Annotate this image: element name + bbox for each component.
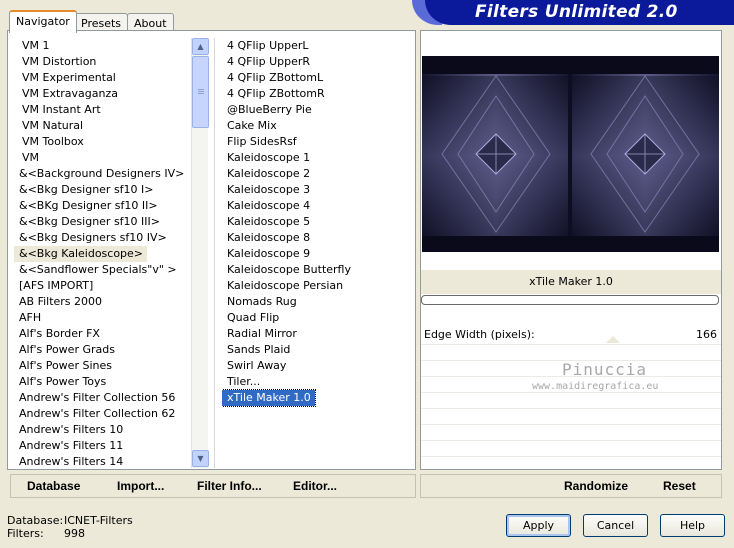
right-toolbar: Randomize Reset [420, 474, 722, 498]
list-item[interactable]: Andrew's Filters 14 [14, 454, 191, 468]
database-button[interactable]: Database [27, 479, 80, 493]
list-item[interactable]: 4 QFlip UpperR [222, 54, 412, 70]
list-item[interactable]: &<Background Designers IV> [14, 166, 191, 182]
list-item[interactable]: VM Natural [14, 118, 191, 134]
list-item[interactable]: Kaleidoscope Butterfly [222, 262, 412, 278]
apply-button[interactable]: Apply [506, 514, 571, 537]
list-item[interactable]: xTile Maker 1.0 [222, 389, 316, 407]
list-item[interactable]: Alf's Power Toys [14, 374, 191, 390]
filter-preview-image [422, 56, 719, 252]
list-item[interactable]: Alf's Border FX [14, 326, 191, 342]
list-item[interactable]: Alf's Power Grads [14, 342, 191, 358]
import-button[interactable]: Import... [117, 479, 164, 493]
filter-title: xTile Maker 1.0 [421, 270, 721, 294]
list-item[interactable]: 4 QFlip ZBottomR [222, 86, 412, 102]
list-item[interactable]: Kaleidoscope Persian [222, 278, 412, 294]
list-item[interactable]: VM Experimental [14, 70, 191, 86]
app-banner: Filters Unlimited 2.0 [425, 0, 734, 25]
list-item[interactable]: Nomads Rug [222, 294, 412, 310]
list-item[interactable]: &<Bkg Designers sf10 IV> [14, 230, 191, 246]
list-item[interactable]: AB Filters 2000 [14, 294, 191, 310]
list-item[interactable]: VM Instant Art [14, 102, 191, 118]
editor-button[interactable]: Editor... [293, 479, 337, 493]
list-item[interactable]: Swirl Away [222, 358, 412, 374]
list-item[interactable]: Kaleidoscope 4 [222, 198, 412, 214]
list-item[interactable]: Kaleidoscope 9 [222, 246, 412, 262]
list-item[interactable]: Kaleidoscope 3 [222, 182, 412, 198]
filters-count: 998 [64, 527, 85, 540]
cancel-button[interactable]: Cancel [583, 514, 648, 537]
scroll-up-icon[interactable]: ▲ [192, 38, 209, 55]
list-item[interactable]: Sands Plaid [222, 342, 412, 358]
list-item[interactable]: Kaleidoscope 1 [222, 150, 412, 166]
list-item[interactable]: Kaleidoscope 8 [222, 230, 412, 246]
database-value: ICNET-Filters [64, 514, 133, 527]
list-item[interactable]: &<Bkg Designer sf10 I> [14, 182, 191, 198]
filter-info-button[interactable]: Filter Info... [197, 479, 262, 493]
list-item[interactable]: Kaleidoscope 2 [222, 166, 412, 182]
list-item[interactable]: [AFS IMPORT] [14, 278, 191, 294]
list-item[interactable]: Andrew's Filter Collection 62 [14, 406, 191, 422]
scroll-thumb[interactable] [192, 56, 209, 128]
progress-bar [421, 295, 719, 305]
list-item[interactable]: Radial Mirror [222, 326, 412, 342]
edge-width-label: Edge Width (pixels): [424, 328, 535, 341]
list-item[interactable]: 4 QFlip UpperL [222, 38, 412, 54]
list-item[interactable]: VM 1 [14, 38, 191, 54]
list-item[interactable]: 4 QFlip ZBottomL [222, 70, 412, 86]
list-item[interactable]: &<Bkg Designer sf10 III> [14, 214, 191, 230]
list-item[interactable]: &<Bkg Kaleidoscope> [14, 246, 148, 262]
list-item[interactable]: VM Toolbox [14, 134, 191, 150]
list-item[interactable]: Cake Mix [222, 118, 412, 134]
watermark-name: Pinuccia [562, 360, 648, 379]
list-item[interactable]: AFH [14, 310, 191, 326]
list-item[interactable]: Kaleidoscope 5 [222, 214, 412, 230]
list-item[interactable]: @BlueBerry Pie [222, 102, 412, 118]
list-item[interactable]: &<BKg Designer sf10 II> [14, 198, 191, 214]
list-item[interactable]: VM [14, 150, 191, 166]
database-label: Database: [7, 514, 64, 527]
list-item[interactable]: Andrew's Filters 10 [14, 422, 191, 438]
list-item[interactable]: Flip SidesRsf [222, 134, 412, 150]
list-item[interactable]: VM Extravaganza [14, 86, 191, 102]
filter-list[interactable]: 4 QFlip UpperL 4 QFlip UpperR 4 QFlip ZBot… [222, 38, 412, 468]
filters-label: Filters: [7, 527, 44, 540]
category-scrollbar[interactable]: ▲ ▼ [191, 38, 209, 468]
scroll-down-icon[interactable]: ▼ [192, 450, 209, 467]
list-divider [214, 38, 215, 468]
list-item[interactable]: &<Sandflower Specials"v" > [14, 262, 191, 278]
preview-pattern [422, 56, 719, 252]
tab-navigator[interactable]: Navigator [9, 10, 77, 33]
list-item[interactable]: VM Distortion [14, 54, 191, 70]
edge-width-value[interactable]: 166 [696, 328, 717, 341]
left-toolbar: Database Import... Filter Info... Editor… [10, 474, 416, 498]
edge-width-slider-thumb[interactable] [606, 336, 620, 343]
category-list[interactable]: VM 1 VM Distortion VM Experimental VM Extra… [14, 38, 191, 468]
list-item[interactable]: Alf's Power Sines [14, 358, 191, 374]
watermark-url: www.maidiregrafica.eu [532, 381, 659, 392]
list-item[interactable]: Quad Flip [222, 310, 412, 326]
randomize-button[interactable]: Randomize [564, 479, 628, 493]
list-item[interactable]: Andrew's Filters 11 [14, 438, 191, 454]
reset-button[interactable]: Reset [663, 479, 696, 493]
help-button[interactable]: Help [660, 514, 725, 537]
list-item[interactable]: Tiler... [222, 374, 412, 390]
list-item[interactable]: Andrew's Filter Collection 56 [14, 390, 191, 406]
